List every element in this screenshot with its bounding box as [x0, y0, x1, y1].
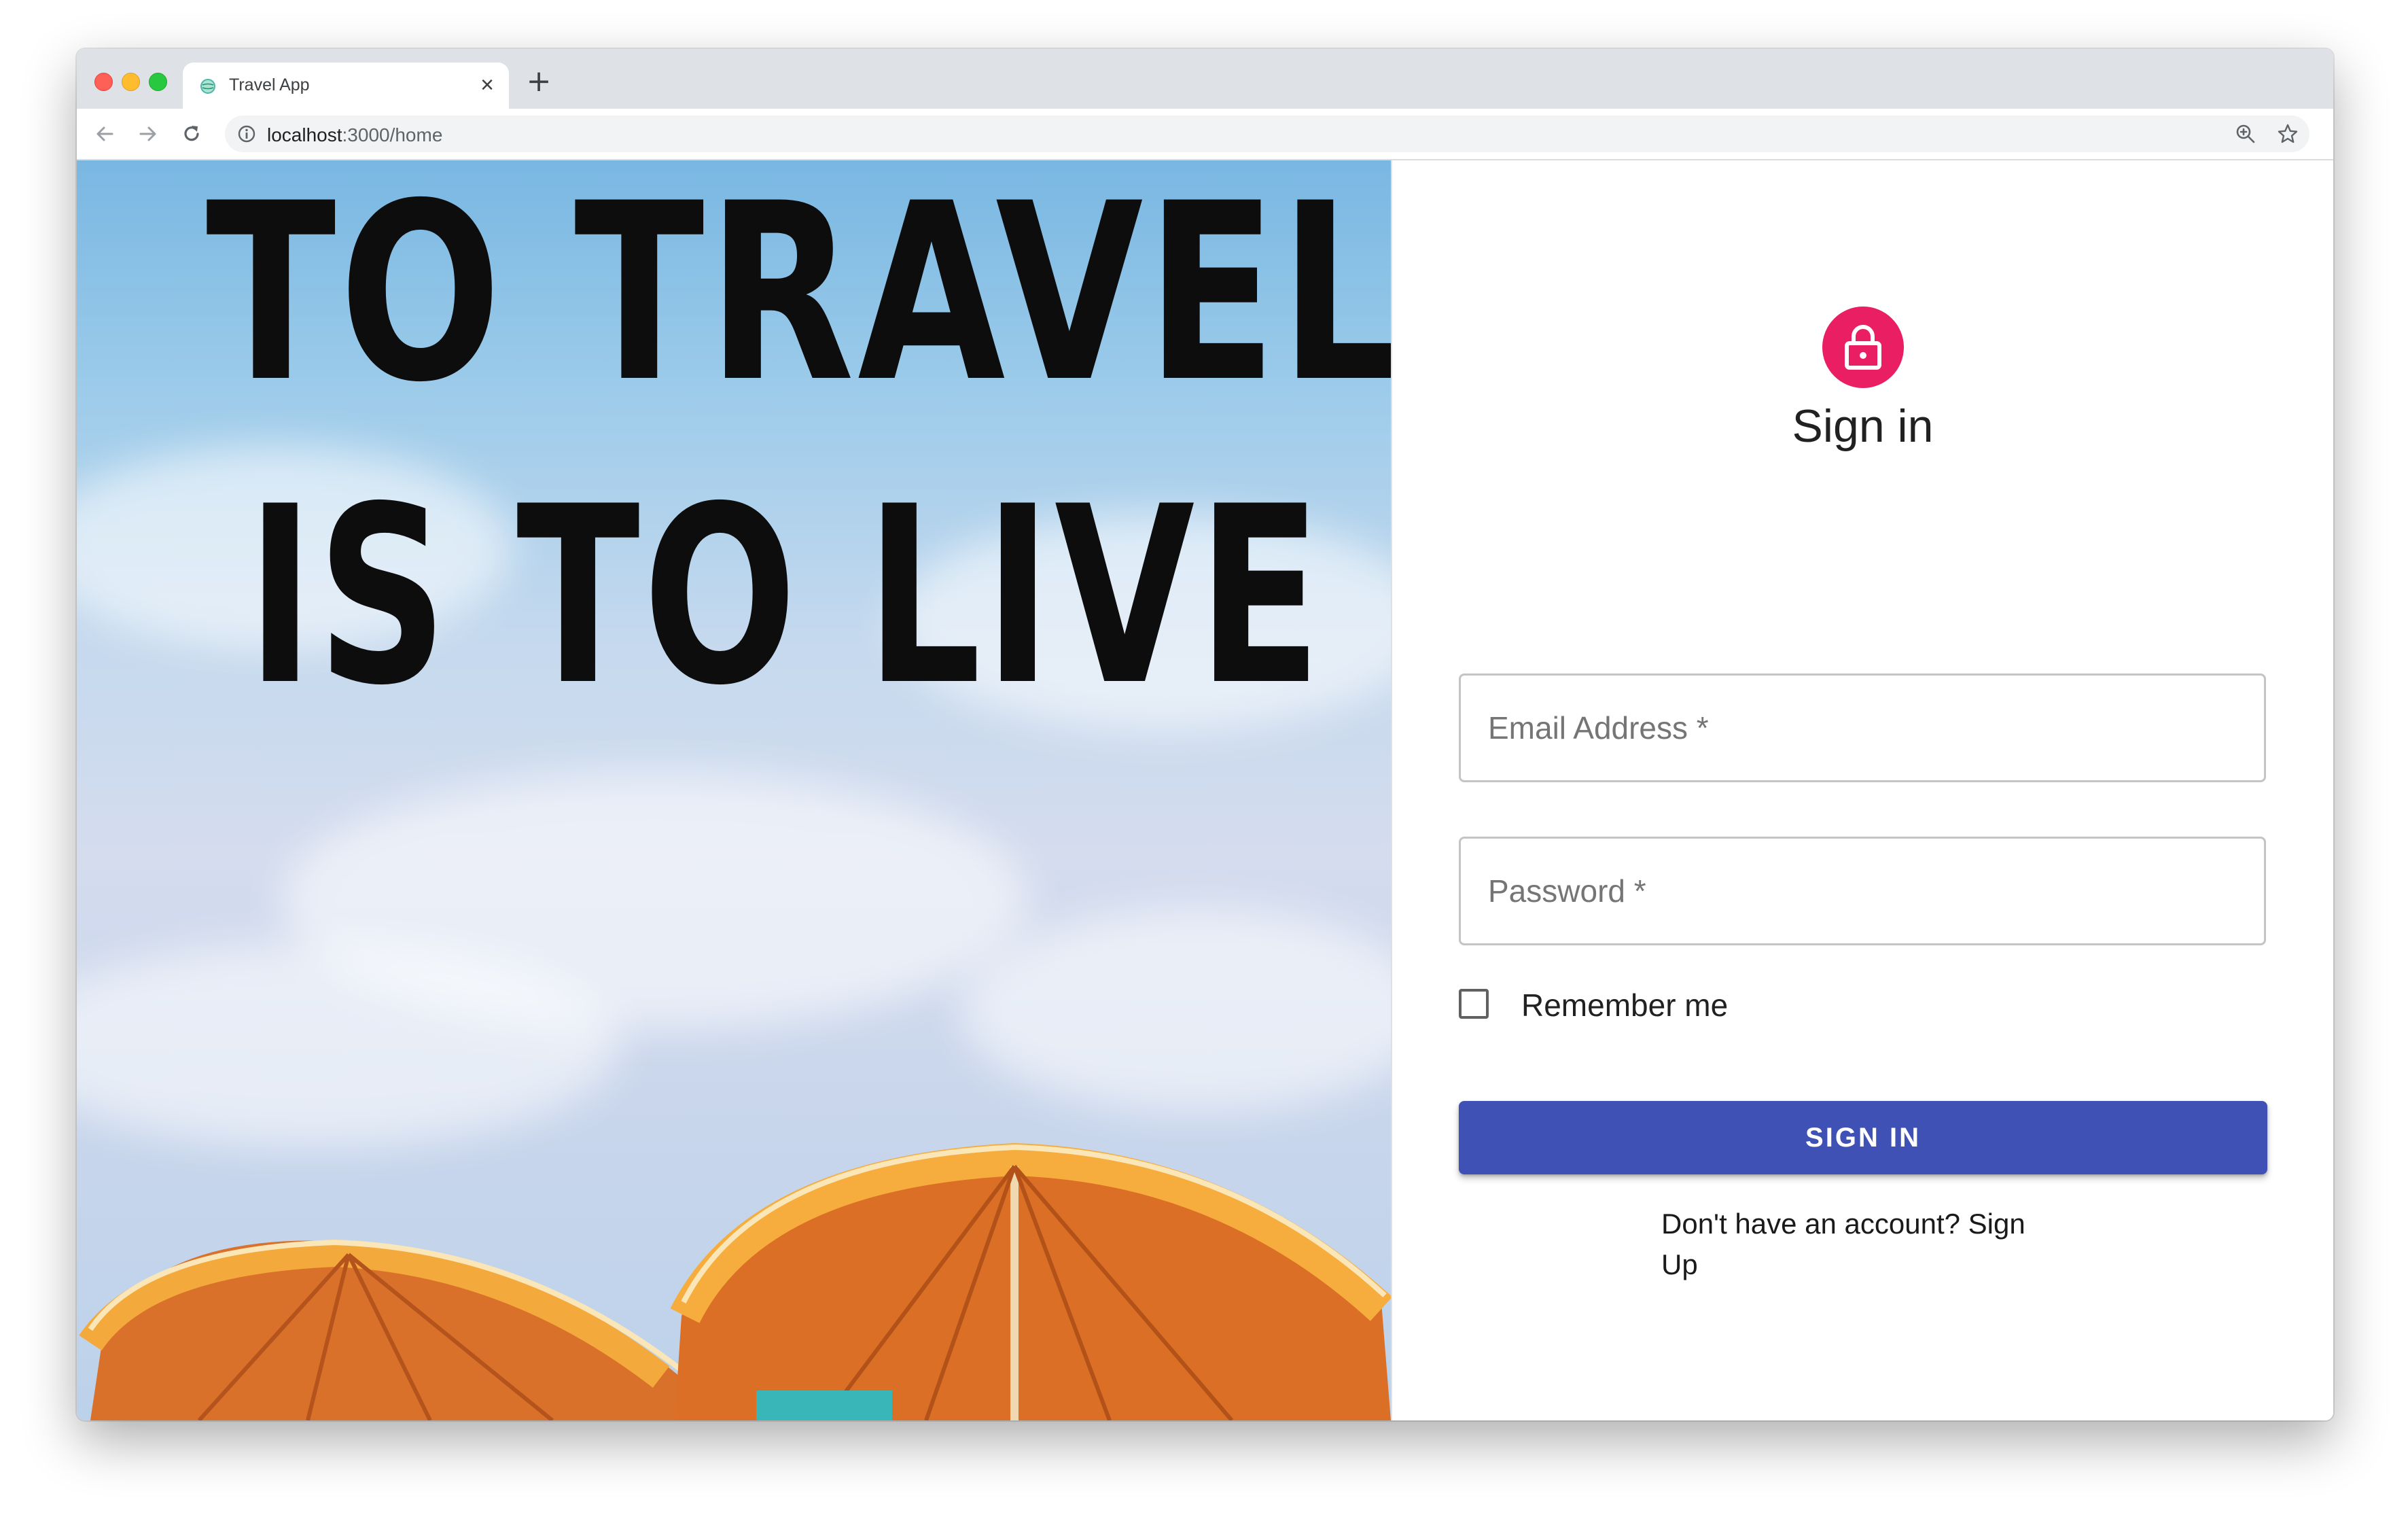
- page-title: Sign in: [1792, 400, 1934, 452]
- forward-button[interactable]: [134, 120, 162, 148]
- hero-quote-line-1: TO TRAVEL: [206, 160, 1391, 436]
- arrow-right-icon: [139, 126, 156, 141]
- signin-panel: Sign in Remember me SIGN IN Don't have a…: [1392, 160, 2333, 1420]
- zoom-icon[interactable]: [2235, 123, 2256, 145]
- back-button[interactable]: [90, 120, 119, 148]
- lock-icon: [1845, 325, 1881, 370]
- new-tab-button[interactable]: +: [525, 67, 552, 97]
- info-icon[interactable]: [237, 124, 256, 143]
- remember-me-checkbox[interactable]: [1459, 989, 1489, 1019]
- globe-icon: [200, 79, 215, 94]
- password-input[interactable]: [1461, 839, 2264, 943]
- close-tab-icon[interactable]: ×: [476, 73, 498, 97]
- reload-button[interactable]: [177, 120, 206, 148]
- page-content: TO TRAVEL IS TO LIVE Sign in Email Addre…: [77, 160, 2333, 1420]
- sign-up-link[interactable]: Don't have an account? Sign Up: [1661, 1204, 2069, 1285]
- hero-image: TO TRAVEL IS TO LIVE: [77, 160, 1391, 1420]
- tab-title: Travel App: [229, 75, 310, 94]
- url-host: localhost: [267, 124, 342, 145]
- address-bar[interactable]: localhost:3000/home: [225, 116, 2309, 152]
- avatar: [1822, 307, 1904, 388]
- close-window-button[interactable]: [94, 73, 113, 91]
- tab-strip: Travel App × +: [77, 49, 2333, 109]
- email-input[interactable]: [1461, 676, 2264, 780]
- maximize-window-button[interactable]: [149, 73, 167, 91]
- reload-icon: [184, 126, 199, 141]
- password-field[interactable]: [1459, 837, 2266, 945]
- browser-window: Travel App × + localhost:3000/home TO TR…: [77, 49, 2333, 1420]
- sign-in-button[interactable]: SIGN IN: [1459, 1101, 2267, 1174]
- browser-tab[interactable]: Travel App ×: [183, 63, 509, 109]
- url-text[interactable]: localhost:3000/home: [267, 124, 442, 146]
- url-path: :3000/home: [342, 124, 443, 145]
- hero-quote-line-2: IS TO LIVE: [247, 454, 1325, 739]
- remember-me-label[interactable]: Remember me: [1521, 986, 1728, 1024]
- bookmark-star-icon[interactable]: [2277, 123, 2299, 145]
- arrow-left-icon: [96, 126, 113, 141]
- browser-toolbar: localhost:3000/home: [77, 109, 2333, 160]
- beach-umbrellas-illustration: [79, 1142, 1391, 1420]
- minimize-window-button[interactable]: [122, 73, 140, 91]
- email-field[interactable]: [1459, 674, 2266, 782]
